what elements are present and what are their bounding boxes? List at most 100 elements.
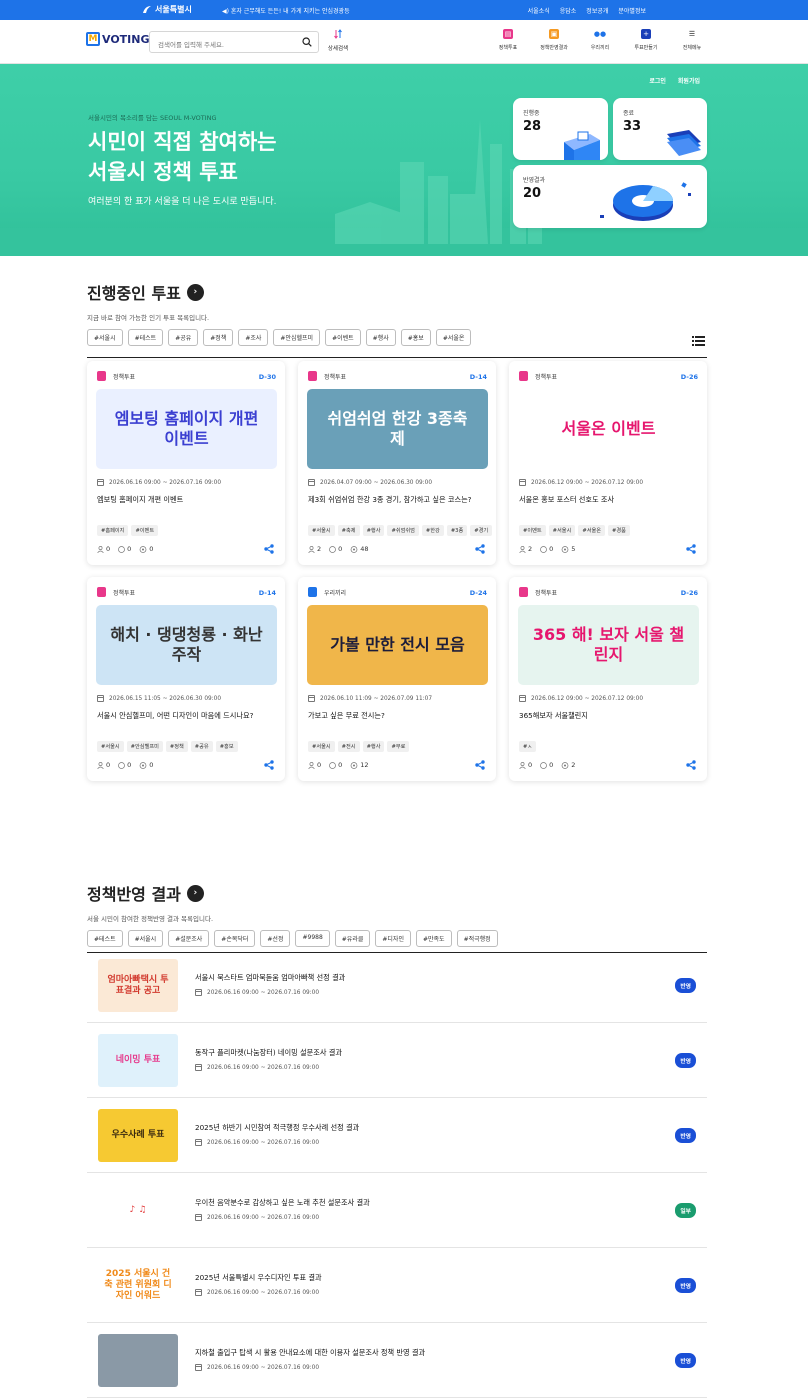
tag-chip[interactable]: #테스트 bbox=[127, 329, 164, 346]
vote-card[interactable]: 정책투표 D-26 365 해! 보자 서울 챌린지 2026.06.12 09:00… bbox=[509, 577, 707, 781]
card-title[interactable]: 엠보팅 홈페이지 개편 이벤트 bbox=[97, 495, 277, 505]
share-icon[interactable] bbox=[264, 544, 274, 554]
card-tag[interactable]: #경기 bbox=[470, 525, 493, 536]
search-input[interactable] bbox=[150, 35, 290, 55]
result-row[interactable]: 우수사례 투표 2025년 하반기 시민참여 적극행정 우수사례 선정 결과 202… bbox=[87, 1098, 707, 1173]
tag-chip[interactable]: #조사 bbox=[238, 329, 269, 346]
card-tag[interactable]: #축제 bbox=[337, 525, 360, 536]
tag-chip[interactable]: #손목닥터 bbox=[214, 930, 256, 947]
result-row[interactable]: 네이밍 투표 동작구 플리마켓(나눔장터) 네이밍 설문조사 결과 2026.06.… bbox=[87, 1023, 707, 1098]
card-tag[interactable]: #서울시 bbox=[548, 525, 576, 536]
card-thumbnail[interactable]: 엠보팅 홈페이지 개편 이벤트 bbox=[96, 389, 277, 469]
nav-create-vote[interactable]: + 투표만들기 bbox=[630, 29, 662, 51]
nav-all-menu[interactable]: ☰ 전체메뉴 bbox=[676, 29, 708, 51]
tag-chip[interactable]: #서울시 bbox=[87, 329, 123, 346]
card-tag[interactable]: #공유 bbox=[190, 741, 213, 752]
result-row[interactable]: 지하철 출입구 탑색 시 활용 안내요소에 대한 이용자 설문조사 정책 반영 … bbox=[87, 1323, 707, 1398]
card-thumbnail[interactable]: 해치 · 댕댕청룡 · 화난주작 bbox=[96, 605, 277, 685]
result-thumbnail[interactable]: 2025 서울시 건축 관련 위원회 디자인 어워드 bbox=[98, 1259, 178, 1312]
result-title[interactable]: 지하철 출입구 탑색 시 활용 안내요소에 대한 이용자 설문조사 정책 반영 … bbox=[195, 1348, 425, 1358]
card-thumbnail[interactable]: 서울온 이벤트 bbox=[518, 389, 699, 469]
card-tag[interactable]: #쉬엄쉬엄 bbox=[387, 525, 419, 536]
card-thumbnail[interactable]: 쉬엄쉬엄 한강 3종축제 bbox=[307, 389, 488, 469]
card-tag[interactable]: #행사 bbox=[362, 741, 385, 752]
arrow-right-icon[interactable]: › bbox=[186, 884, 204, 902]
card-title[interactable]: 가보고 싶은 무료 전시는? bbox=[308, 711, 488, 721]
result-title[interactable]: 2025년 하반기 시민참여 적극행정 우수사례 선정 결과 bbox=[195, 1123, 359, 1133]
nav-together[interactable]: ●● 우리끼리 bbox=[584, 29, 616, 51]
share-icon[interactable] bbox=[686, 760, 696, 770]
arrow-right-icon[interactable]: › bbox=[186, 283, 204, 301]
top-link-response[interactable]: 응답소 bbox=[560, 6, 577, 15]
card-tag[interactable]: #이벤트 bbox=[131, 525, 159, 536]
top-link-info[interactable]: 정보공개 bbox=[586, 6, 608, 15]
result-thumbnail[interactable]: 엄마아빠택시 투표결과 공고 bbox=[98, 959, 178, 1012]
result-title[interactable]: 서울시 북스타트 엄마북돋움 엄마아빠책 선정 결과 bbox=[195, 973, 345, 983]
card-title[interactable]: 제3회 쉬엄쉬엄 한강 3종 경기, 참가하고 싶은 코스는? bbox=[308, 495, 488, 505]
tag-chip[interactable]: #적극행정 bbox=[456, 930, 498, 947]
stat-ongoing-card[interactable]: 진행중 28 bbox=[513, 98, 608, 160]
result-thumbnail[interactable]: 우수사례 투표 bbox=[98, 1109, 178, 1162]
nav-policy-vote[interactable]: ▤ 정책투표 bbox=[492, 29, 524, 51]
m-voting-logo[interactable]: M VOTING bbox=[86, 32, 150, 46]
top-link-news[interactable]: 서울소식 bbox=[528, 6, 550, 15]
login-link[interactable]: 로그인 bbox=[649, 76, 666, 85]
tag-chip[interactable]: #서울시 bbox=[127, 930, 164, 947]
stat-result-card[interactable]: 반영결과 20 bbox=[513, 165, 707, 228]
top-link-field[interactable]: 분야별정보 bbox=[618, 6, 646, 15]
tag-chip[interactable]: #이벤트 bbox=[325, 329, 361, 346]
tag-chip[interactable]: #선정 bbox=[260, 930, 291, 947]
notice-link[interactable]: ◀) 혼자 근무해도 든든! 내 가게 지키는 안심경광등 bbox=[222, 6, 350, 15]
card-thumbnail[interactable]: 가볼 만한 전시 모음 bbox=[307, 605, 488, 685]
card-tag[interactable]: #한강 bbox=[421, 525, 444, 536]
card-title[interactable]: 서울온 홍보 포스터 선호도 조사 bbox=[519, 495, 699, 505]
share-icon[interactable] bbox=[475, 760, 485, 770]
vote-card[interactable]: 정책투표 D-26 서울온 이벤트 2026.06.12 09:00 ~ 2026.0… bbox=[509, 361, 707, 565]
card-tag[interactable]: #홍보 bbox=[215, 741, 238, 752]
card-tag[interactable]: #무료 bbox=[387, 741, 410, 752]
card-tag[interactable]: #홈페이지 bbox=[97, 525, 129, 536]
seoul-logo[interactable]: 서울특별시 bbox=[142, 4, 192, 15]
result-row[interactable]: 2025 서울시 건축 관련 위원회 디자인 어워드 2025년 서울특별시 우수… bbox=[87, 1248, 707, 1323]
signup-link[interactable]: 회원가입 bbox=[678, 76, 700, 85]
card-title[interactable]: 서울시 안심헬프미, 어떤 디자인이 마음에 드시나요? bbox=[97, 711, 277, 721]
card-tag[interactable]: #서울온 bbox=[578, 525, 606, 536]
card-tag[interactable]: #행사 bbox=[362, 525, 385, 536]
nav-policy-result[interactable]: ▣ 정책반영결과 bbox=[538, 29, 570, 51]
tag-chip[interactable]: #홍보 bbox=[400, 329, 431, 346]
card-tag[interactable]: #서울시 bbox=[308, 525, 335, 536]
tag-chip[interactable]: #공유 bbox=[168, 329, 199, 346]
card-tag[interactable]: #서울시 bbox=[97, 741, 124, 752]
card-tag[interactable]: #정책 bbox=[165, 741, 188, 752]
share-icon[interactable] bbox=[264, 760, 274, 770]
tag-chip[interactable]: #설문조사 bbox=[168, 930, 210, 947]
tag-chip[interactable]: #유라클 bbox=[334, 930, 371, 947]
card-tag[interactable]: #안심헬프미 bbox=[126, 741, 163, 752]
tag-chip[interactable]: #디자인 bbox=[375, 930, 411, 947]
tag-chip[interactable]: #서울온 bbox=[435, 329, 472, 346]
vote-card[interactable]: 우리끼리 D-24 가볼 만한 전시 모음 2026.06.10 11:09 ~ 20… bbox=[298, 577, 496, 781]
result-thumbnail[interactable]: ♪ ♫ bbox=[98, 1184, 178, 1237]
detail-search-button[interactable]: 상세검색 bbox=[327, 29, 349, 52]
tag-chip[interactable]: #9988 bbox=[295, 930, 330, 947]
tag-chip[interactable]: #정책 bbox=[203, 329, 234, 346]
tag-chip[interactable]: #테스트 bbox=[87, 930, 123, 947]
card-thumbnail[interactable]: 365 해! 보자 서울 챌린지 bbox=[518, 605, 699, 685]
tag-chip[interactable]: #안심헬프미 bbox=[273, 329, 321, 346]
list-view-icon[interactable] bbox=[692, 336, 705, 346]
result-title[interactable]: 동작구 플리마켓(나눔장터) 네이밍 설문조사 결과 bbox=[195, 1048, 342, 1058]
card-tag[interactable]: #이벤트 bbox=[519, 525, 546, 536]
result-row[interactable]: ♪ ♫ 우이천 음악분수로 감상하고 싶은 노래 추천 설문조사 결과 2026.0… bbox=[87, 1173, 707, 1248]
vote-card[interactable]: 정책투표 D-30 엠보팅 홈페이지 개편 이벤트 2026.06.16 09:00 … bbox=[87, 361, 285, 565]
share-icon[interactable] bbox=[475, 544, 485, 554]
search-icon[interactable] bbox=[302, 37, 312, 47]
share-icon[interactable] bbox=[686, 544, 696, 554]
vote-card[interactable]: 정책투표 D-14 해치 · 댕댕청룡 · 화난주작 2026.06.15 11:05… bbox=[87, 577, 285, 781]
card-tag[interactable]: #서울시 bbox=[308, 741, 335, 752]
result-thumbnail[interactable]: 네이밍 투표 bbox=[98, 1034, 178, 1087]
result-thumbnail[interactable] bbox=[98, 1334, 178, 1387]
card-tag[interactable]: #3종 bbox=[446, 525, 468, 536]
result-title[interactable]: 우이천 음악분수로 감상하고 싶은 노래 추천 설문조사 결과 bbox=[195, 1198, 370, 1208]
tag-chip[interactable]: #만족도 bbox=[415, 930, 452, 947]
stat-closed-card[interactable]: 종료 33 bbox=[613, 98, 707, 160]
